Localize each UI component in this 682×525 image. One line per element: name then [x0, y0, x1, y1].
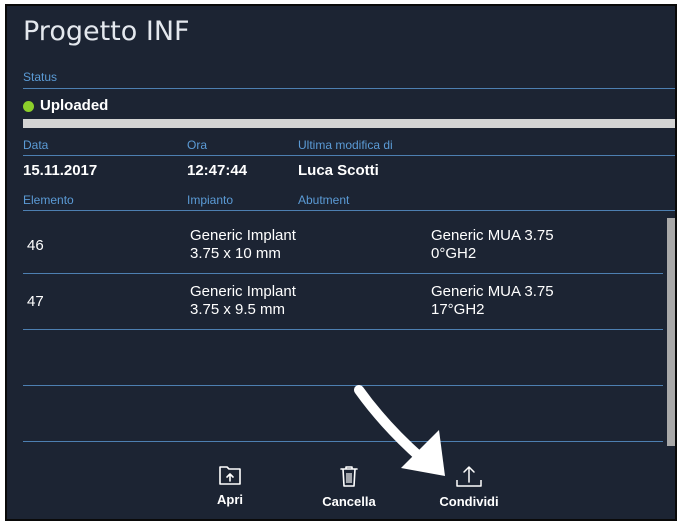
share-upload-icon	[456, 466, 482, 487]
table-row[interactable]: 46 Generic Implant 3.75 x 10 mm Generic …	[23, 218, 663, 274]
upload-progress-bar	[23, 119, 675, 128]
abutment-header: Abutment	[298, 193, 350, 207]
implant-size-cell: 3.75 x 10 mm	[190, 245, 281, 262]
open-button[interactable]: Apri	[201, 464, 259, 507]
divider	[23, 88, 675, 89]
share-button[interactable]: Condividi	[431, 464, 507, 509]
abutment-name-cell: Generic MUA 3.75	[431, 227, 554, 244]
time-header: Ora	[187, 138, 208, 152]
status-label: Status	[23, 70, 58, 84]
implant-name-cell: Generic Implant	[190, 283, 296, 300]
table-row[interactable]	[23, 330, 663, 386]
modified-by-value: Luca Scotti	[298, 162, 379, 179]
modified-by-header: Ultima modifica di	[298, 138, 393, 152]
scrollbar-thumb[interactable]	[667, 218, 675, 446]
implant-size-cell: 3.75 x 9.5 mm	[190, 301, 286, 318]
implant-name-cell: Generic Implant	[190, 227, 296, 244]
status-dot-icon	[23, 101, 34, 112]
divider	[23, 155, 675, 156]
element-cell: 46	[27, 237, 44, 254]
divider	[23, 210, 675, 211]
delete-button-label: Cancella	[322, 494, 376, 509]
table-row[interactable]	[23, 386, 663, 442]
delete-button[interactable]: Cancella	[314, 464, 384, 509]
page-title: Progetto INF	[23, 16, 190, 47]
open-button-label: Apri	[217, 492, 243, 507]
time-value: 12:47:44	[187, 162, 248, 179]
table-row[interactable]: 47 Generic Implant 3.75 x 9.5 mm Generic…	[23, 274, 663, 330]
element-cell: 47	[27, 293, 44, 310]
abutment-angle-cell: 0°GH2	[431, 245, 477, 262]
implant-table: 46 Generic Implant 3.75 x 10 mm Generic …	[23, 218, 663, 446]
status-value: Uploaded	[40, 97, 109, 114]
date-header: Data	[23, 138, 49, 152]
element-header: Elemento	[23, 193, 74, 207]
implant-header: Impianto	[187, 193, 234, 207]
abutment-name-cell: Generic MUA 3.75	[431, 283, 554, 300]
share-button-label: Condividi	[439, 494, 499, 509]
trash-icon	[340, 466, 358, 487]
folder-upload-icon	[219, 466, 241, 485]
abutment-angle-cell: 17°GH2	[431, 301, 485, 318]
project-panel: Progetto INF Status Uploaded Data Ora Ul…	[5, 4, 677, 521]
date-value: 15.11.2017	[23, 162, 98, 179]
